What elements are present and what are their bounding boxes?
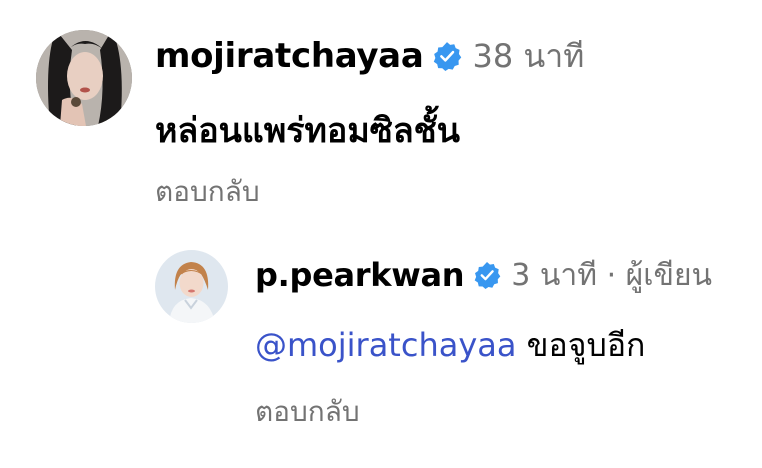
- reply-message: ขอจูบอีก: [526, 326, 646, 364]
- comment-text: หล่อนแพร่ทอมซิลชั้น: [155, 111, 460, 151]
- mention-link[interactable]: @mojiratchayaa: [255, 326, 516, 364]
- reply-button[interactable]: ตอบกลับ: [255, 390, 360, 434]
- verified-badge-icon: [473, 261, 501, 289]
- comment-username[interactable]: mojiratchayaa: [155, 36, 424, 76]
- reply-header: p.pearkwan 3 นาที · ผู้เขียน: [255, 255, 712, 295]
- comment-header: mojiratchayaa 38 นาที: [155, 34, 584, 78]
- reply-button[interactable]: ตอบกลับ: [155, 170, 260, 214]
- avatar-photo-p-pearkwan: [155, 250, 228, 323]
- verified-badge-icon: [432, 41, 462, 71]
- avatar-p-pearkwan[interactable]: [155, 250, 228, 323]
- comment-timestamp: 38 นาที: [472, 36, 585, 75]
- reply-timestamp-author: 3 นาที · ผู้เขียน: [511, 257, 713, 293]
- avatar-photo-mojiratchayaa: [36, 30, 132, 126]
- reply-username[interactable]: p.pearkwan: [255, 256, 465, 294]
- reply-text: @mojiratchayaa ขอจูบอีก: [255, 320, 645, 371]
- avatar-mojiratchayaa[interactable]: [36, 30, 132, 126]
